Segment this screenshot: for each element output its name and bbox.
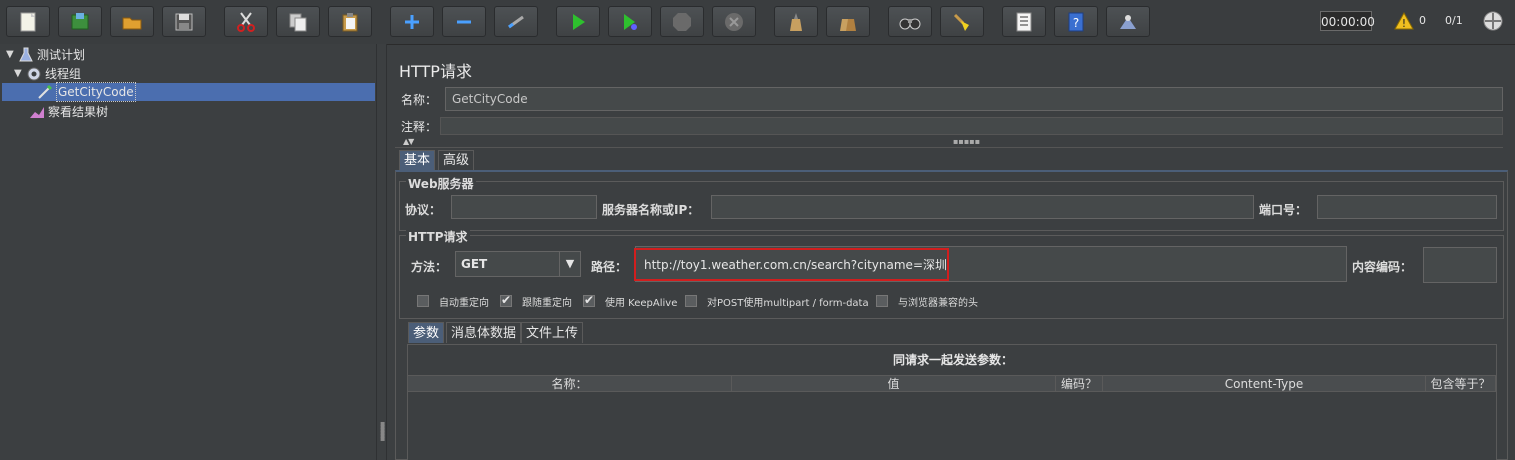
http-request-panel: HTTP请求 名称： GetCityCode 注释： ▲▼ ▪▪▪▪▪ 基本 高…	[387, 44, 1515, 460]
comment-label: 注释：	[401, 120, 438, 134]
flask-icon	[19, 47, 33, 62]
chart-icon	[30, 107, 44, 118]
split-divider[interactable]: ▪ ▪ ▪ ▪ ▪ ▪	[376, 44, 387, 460]
column-name[interactable]: 名称：	[408, 376, 732, 392]
server-label: 服务器名称或IP：	[602, 203, 700, 217]
save-icon[interactable]	[162, 6, 206, 37]
web-server-title: Web服务器	[406, 175, 476, 192]
checkbox-multipart[interactable]: 对POST使用multipart / form-data	[685, 294, 869, 309]
divider	[395, 147, 1503, 148]
checkbox-follow-redirect[interactable]: 跟随重定向	[500, 293, 572, 309]
cut-icon[interactable]	[224, 6, 268, 37]
checkbox-box[interactable]	[685, 295, 697, 307]
toggle-icon[interactable]	[494, 6, 538, 37]
port-field[interactable]	[1317, 195, 1497, 219]
reset-search-icon[interactable]	[940, 6, 984, 37]
tab-file-upload[interactable]: 文件上传	[521, 322, 584, 343]
parameters-table: 同请求一起发送参数： 名称： 值 编码？ Content-Type 包含等于？	[407, 344, 1497, 460]
gear-icon	[27, 67, 41, 81]
encoding-field[interactable]	[1423, 247, 1497, 283]
expand-arrow-icon[interactable]: ▼	[6, 46, 18, 64]
comment-field[interactable]	[440, 117, 1503, 135]
path-label: 路径：	[591, 260, 628, 274]
protocol-field[interactable]	[451, 195, 597, 219]
copy-icon[interactable]	[276, 6, 320, 37]
chevron-down-icon[interactable]: ▼	[559, 252, 580, 276]
method-select[interactable]: GET ▼	[455, 251, 581, 277]
column-content-type[interactable]: Content-Type	[1103, 376, 1426, 392]
tab-advanced[interactable]: 高级	[438, 150, 475, 170]
test-plan-tree: ▼ 测试计划 ▼ 线程组 GetCityCode 察看结果树	[0, 44, 376, 460]
protocol-label: 协议：	[405, 203, 442, 217]
expand-icon[interactable]	[390, 6, 434, 37]
shutdown-icon[interactable]	[712, 6, 756, 37]
table-title: 同请求一起发送参数：	[892, 353, 1013, 367]
warning-icon[interactable]: !	[1394, 12, 1414, 30]
help-icon[interactable]: ?	[1054, 6, 1098, 37]
search-icon[interactable]	[888, 6, 932, 37]
collapse-arrows-icon[interactable]: ▲▼	[403, 137, 414, 146]
page-title: HTTP请求	[399, 62, 472, 81]
svg-text:?: ?	[1073, 16, 1079, 30]
stop-icon[interactable]	[660, 6, 704, 37]
tab-basic[interactable]: 基本	[399, 150, 436, 170]
checkbox-box[interactable]	[876, 295, 888, 307]
split-grip-icon[interactable]: ▪ ▪ ▪ ▪ ▪ ▪	[380, 420, 385, 443]
checkbox-box[interactable]	[500, 293, 512, 307]
checkbox-auto-redirect[interactable]: 自动重定向	[417, 294, 489, 309]
svg-text:!: !	[1402, 17, 1406, 30]
start-no-pause-icon[interactable]	[608, 6, 652, 37]
name-field[interactable]: GetCityCode	[445, 87, 1503, 111]
table-body[interactable]	[408, 392, 1496, 460]
resize-dots-icon[interactable]: ▪▪▪▪▪	[953, 137, 980, 146]
column-encode[interactable]: 编码？	[1056, 376, 1103, 392]
server-field[interactable]	[711, 195, 1254, 219]
encoding-label: 内容编码：	[1352, 260, 1413, 274]
clear-icon[interactable]	[774, 6, 818, 37]
method-label: 方法：	[411, 260, 448, 274]
column-include-equals[interactable]: 包含等于？	[1426, 376, 1496, 392]
name-label: 名称：	[401, 93, 438, 107]
new-icon[interactable]	[6, 6, 50, 37]
toolbar: ? 00:00:00 ! 0 0/1	[0, 0, 1515, 45]
tree-item-test-plan[interactable]: ▼ 测试计划	[6, 46, 85, 64]
checkbox-box[interactable]	[417, 295, 429, 307]
checkbox-keepalive[interactable]: 使用 KeepAlive	[583, 293, 677, 309]
active-threads: 0/1	[1445, 14, 1463, 27]
highlight-box	[634, 248, 949, 281]
tab-parameters[interactable]: 参数	[408, 322, 445, 343]
tree-item-getcitycode[interactable]: GetCityCode	[2, 82, 375, 102]
port-label: 端口号：	[1259, 203, 1308, 217]
tree-item-view-results-tree[interactable]: 察看结果树	[29, 103, 108, 121]
tab-body-data[interactable]: 消息体数据	[446, 322, 522, 343]
warning-count: 0	[1419, 14, 1426, 27]
collapse-icon[interactable]	[442, 6, 486, 37]
path-field[interactable]: http://toy1.weather.com.cn/search?cityna…	[634, 246, 1347, 282]
tree-item-thread-group[interactable]: ▼ 线程组	[14, 65, 81, 83]
paste-icon[interactable]	[328, 6, 372, 37]
checkbox-browser-headers[interactable]: 与浏览器兼容的头	[876, 294, 978, 309]
function-helper-icon[interactable]	[1002, 6, 1046, 37]
remote-icon[interactable]	[1106, 6, 1150, 37]
sampler-pen-icon	[38, 84, 53, 99]
open-icon[interactable]	[110, 6, 154, 37]
clear-all-icon[interactable]	[826, 6, 870, 37]
checkbox-box[interactable]	[583, 293, 595, 307]
table-header: 名称： 值 编码？ Content-Type 包含等于？	[408, 375, 1496, 392]
http-request-title: HTTP请求	[406, 228, 470, 245]
column-value[interactable]: 值	[732, 376, 1056, 392]
templates-icon[interactable]	[58, 6, 102, 37]
expand-arrow-icon[interactable]: ▼	[14, 65, 26, 83]
remote-status-icon	[1483, 11, 1503, 31]
elapsed-timer: 00:00:00	[1320, 11, 1375, 31]
start-icon[interactable]	[556, 6, 600, 37]
